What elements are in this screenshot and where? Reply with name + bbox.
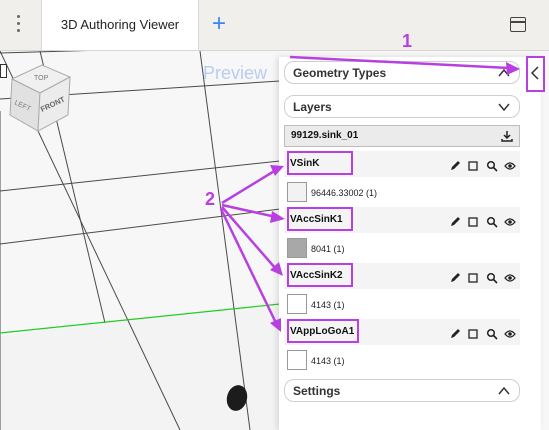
chevron-left-icon <box>530 66 539 80</box>
material-swatch <box>287 238 307 258</box>
panel-collapse-toggle[interactable] <box>526 56 545 92</box>
preview-label: Preview <box>203 63 268 83</box>
square-icon[interactable] <box>467 160 479 172</box>
file-name: 99129.sink_01 <box>291 130 359 141</box>
square-icon[interactable] <box>467 272 479 284</box>
chevron-up-icon <box>498 68 510 77</box>
new-tab-button[interactable]: + <box>212 12 226 36</box>
search-icon[interactable] <box>486 272 498 284</box>
more-options-icon[interactable] <box>9 15 27 35</box>
file-row[interactable]: 99129.sink_01 <box>284 125 520 147</box>
material-value: 4143 (1) <box>311 300 345 310</box>
eye-icon[interactable] <box>504 160 516 172</box>
pencil-icon[interactable] <box>449 160 461 172</box>
material-value: 8041 (1) <box>311 244 345 254</box>
pencil-icon[interactable] <box>449 272 461 284</box>
view-cube[interactable]: TOP LEFT FRONT <box>4 59 74 134</box>
annotation-label-1: 1 <box>402 31 413 51</box>
settings-label: Settings <box>293 384 341 398</box>
annotation-highlight-box <box>287 319 359 343</box>
material-row[interactable]: 4143 (1) <box>284 347 520 377</box>
tab-3d-authoring-viewer[interactable]: 3D Authoring Viewer <box>41 0 199 50</box>
settings-section[interactable]: Settings <box>284 379 520 402</box>
chevron-down-icon <box>498 103 510 112</box>
eye-icon[interactable] <box>504 272 516 284</box>
layer-row-vsink[interactable]: VSinK <box>284 151 520 177</box>
eye-icon[interactable] <box>504 328 516 340</box>
eye-icon[interactable] <box>504 216 516 228</box>
material-row[interactable]: 4143 (1) <box>284 291 520 321</box>
annotation-highlight-box <box>287 151 353 175</box>
chevron-up-icon <box>498 386 510 395</box>
pencil-icon[interactable] <box>449 328 461 340</box>
pencil-icon[interactable] <box>449 216 461 228</box>
tab-bar: 3D Authoring Viewer + <box>0 0 549 51</box>
square-icon[interactable] <box>467 216 479 228</box>
layer-tools <box>447 157 516 172</box>
cube-top-label: TOP <box>34 75 49 82</box>
material-value: 96446.33002 (1) <box>311 188 378 198</box>
material-swatch <box>287 294 307 314</box>
square-icon[interactable] <box>467 328 479 340</box>
layer-tools <box>447 269 516 284</box>
geometry-types-section[interactable]: Geometry Types <box>284 61 520 84</box>
material-value: 4143 (1) <box>311 356 345 366</box>
layers-label: Layers <box>293 100 332 114</box>
window-layout-icon[interactable] <box>510 17 526 32</box>
layer-tools <box>447 325 516 340</box>
layers-section[interactable]: Layers <box>284 95 520 118</box>
layer-row-vaccsink2[interactable]: VAccSinK2 <box>284 263 520 289</box>
search-icon[interactable] <box>486 216 498 228</box>
layer-row-vaccsink1[interactable]: VAccSinK1 <box>284 207 520 233</box>
annotation-label-2: 2 <box>205 189 216 209</box>
geometry-types-label: Geometry Types <box>293 66 387 80</box>
layer-row-vapplogoa1[interactable]: VAppLoGoA1 <box>284 319 520 345</box>
annotation-highlight-box <box>287 263 353 287</box>
layer-tools <box>447 213 516 228</box>
search-icon[interactable] <box>486 328 498 340</box>
annotation-highlight-box <box>287 207 353 231</box>
material-row[interactable]: 96446.33002 (1) <box>284 179 520 209</box>
search-icon[interactable] <box>486 160 498 172</box>
download-icon[interactable] <box>501 130 513 142</box>
right-panel: Geometry Types Layers 99129.sink_01 VSin… <box>279 57 541 430</box>
material-swatch <box>287 350 307 370</box>
material-row[interactable]: 8041 (1) <box>284 235 520 265</box>
material-swatch <box>287 182 307 202</box>
